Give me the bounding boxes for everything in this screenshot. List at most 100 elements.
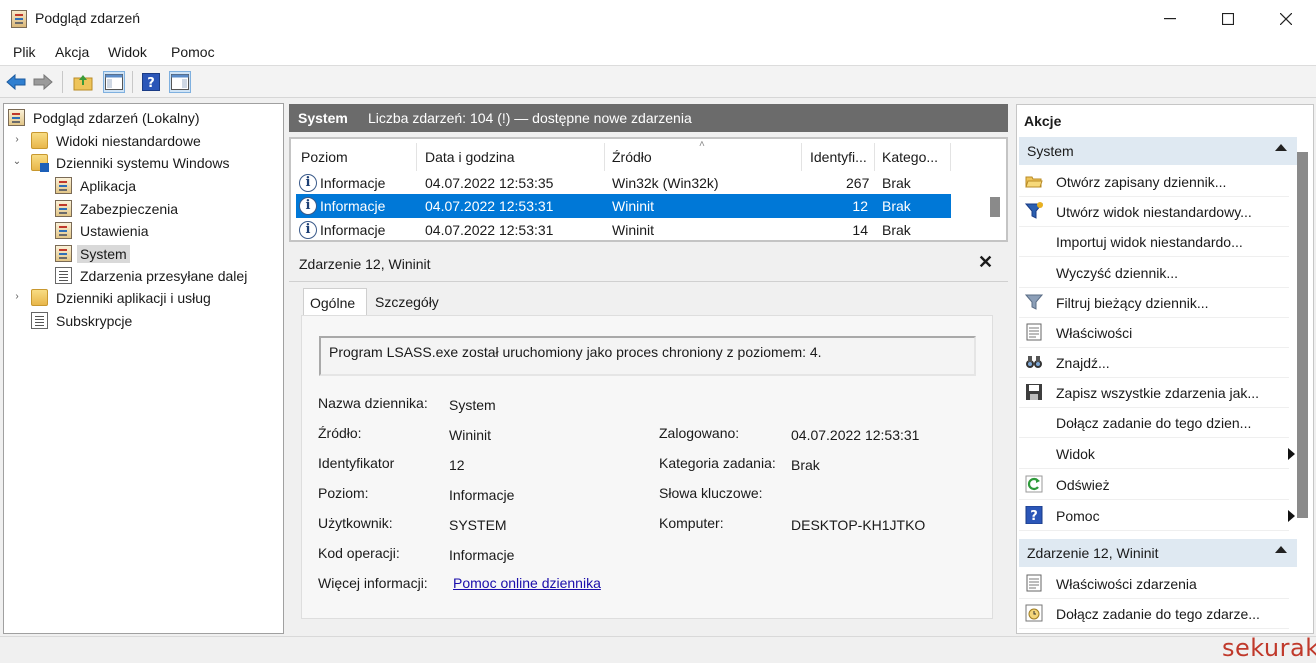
- tree-item-security[interactable]: Zabezpieczenia: [55, 198, 181, 219]
- general-tab-body: Program LSASS.exe został uruchomiony jak…: [301, 315, 993, 619]
- toolbar-separator: [132, 71, 133, 93]
- section-title: Zdarzenie 12, Wininit: [1027, 545, 1159, 561]
- action-save-all-events[interactable]: Zapisz wszystkie zdarzenia jak...: [1019, 378, 1289, 408]
- back-button[interactable]: [5, 71, 27, 93]
- cell-date: 04.07.2022 12:53:35: [425, 175, 554, 191]
- log-header: System Liczba zdarzeń: 104 (!) — dostępn…: [289, 104, 1008, 132]
- save-disk-icon: [1026, 384, 1042, 400]
- column-header-source[interactable]: Źródło: [612, 149, 652, 165]
- cell-source: Win32k (Win32k): [612, 175, 719, 191]
- event-count: Liczba zdarzeń: 104 (!) — dostępne nowe …: [368, 110, 692, 126]
- tree-label: Ustawienia: [80, 222, 149, 239]
- action-attach-task-log[interactable]: Dołącz zadanie do tego dzien...: [1019, 408, 1289, 438]
- tree-label: Zdarzenia przesyłane dalej: [80, 267, 248, 284]
- menu-view[interactable]: Widok: [108, 44, 147, 60]
- tree-item-application[interactable]: Aplikacja: [55, 175, 139, 196]
- table-row[interactable]: i Informacje 04.07.2022 12:53:31 Wininit…: [296, 218, 951, 242]
- tree-item-root[interactable]: Podgląd zdarzeń (Lokalny): [8, 107, 203, 128]
- scrollbar-thumb[interactable]: [990, 197, 1000, 217]
- column-divider: [416, 143, 417, 171]
- menu-action[interactable]: Akcja: [55, 44, 89, 60]
- column-header-level[interactable]: Poziom: [301, 149, 348, 165]
- information-icon: i: [299, 174, 317, 192]
- refresh-icon: [1025, 475, 1043, 493]
- tree-item-subscriptions[interactable]: Subskrypcje: [31, 310, 135, 331]
- filter-icon: [1025, 202, 1043, 219]
- status-bar: [0, 636, 1316, 663]
- maximize-button[interactable]: [1199, 0, 1257, 38]
- column-divider: [604, 143, 605, 171]
- cell-category: Brak: [882, 222, 911, 238]
- action-properties[interactable]: Właściwości: [1019, 318, 1289, 348]
- close-window-button[interactable]: [1257, 0, 1315, 38]
- action-label: Otwórz zapisany dziennik...: [1056, 174, 1227, 190]
- table-row[interactable]: i Informacje 04.07.2022 12:53:31 Wininit…: [296, 194, 951, 218]
- event-list-scrollbar[interactable]: [990, 189, 1000, 231]
- tree-item-system[interactable]: System: [55, 243, 130, 264]
- tree-item-forwarded-events[interactable]: Zdarzenia przesyłane dalej: [55, 265, 250, 286]
- help-icon: ?: [1025, 506, 1043, 524]
- action-help-menu[interactable]: ? Pomoc: [1019, 501, 1295, 531]
- action-view-menu[interactable]: Widok: [1019, 439, 1295, 469]
- folder-up-icon: [73, 75, 93, 91]
- document-icon: [55, 267, 72, 284]
- cell-id: 267: [846, 175, 870, 191]
- close-details-icon[interactable]: ✕: [978, 252, 993, 273]
- tree-item-windows-logs[interactable]: Dzienniki systemu Windows: [31, 152, 233, 173]
- action-pane-icon: [171, 74, 189, 90]
- table-row[interactable]: i Informacje 04.07.2022 12:53:35 Win32k …: [296, 171, 951, 195]
- log-name-value: System: [449, 397, 496, 413]
- toolbar: ?: [0, 66, 1316, 98]
- column-header-category[interactable]: Katego...: [882, 149, 938, 165]
- computer-value: DESKTOP-KH1JTKO: [791, 517, 926, 533]
- action-clear-log[interactable]: Wyczyść dziennik...: [1019, 258, 1289, 288]
- tab-details[interactable]: Szczegóły: [369, 288, 445, 316]
- cell-id: 14: [852, 222, 868, 238]
- chevron-right-icon[interactable]: ›: [12, 134, 22, 145]
- more-info-label: Więcej informacji:: [318, 575, 428, 591]
- event-details-pane: Zdarzenie 12, Wininit ✕ Ogólne Szczegóły…: [289, 245, 1008, 634]
- tree-label: System: [77, 244, 130, 263]
- action-refresh[interactable]: Odśwież: [1019, 470, 1289, 500]
- back-arrow-icon: [6, 74, 26, 90]
- action-find[interactable]: Znajdź...: [1019, 348, 1289, 378]
- minimize-button[interactable]: [1141, 0, 1199, 38]
- tree-label: Zabezpieczenia: [80, 200, 179, 217]
- collapse-caret-icon[interactable]: [1275, 144, 1287, 151]
- up-folder-button[interactable]: [72, 71, 94, 93]
- action-import-custom-view[interactable]: Importuj widok niestandardo...: [1019, 227, 1289, 257]
- action-label: Utwórz widok niestandardowy...: [1056, 204, 1252, 220]
- menu-bar: Plik Akcja Widok Pomoc: [0, 38, 1316, 66]
- menu-help[interactable]: Pomoc: [171, 44, 215, 60]
- cell-level: Informacje: [320, 222, 386, 238]
- menu-file[interactable]: Plik: [13, 44, 36, 60]
- log-icon: [55, 177, 72, 194]
- cell-id: 12: [852, 198, 868, 214]
- actions-section-system[interactable]: System: [1019, 137, 1297, 165]
- opcode-value: Informacje: [449, 547, 515, 563]
- collapse-caret-icon[interactable]: [1275, 546, 1287, 553]
- event-details-title: Zdarzenie 12, Wininit: [299, 256, 431, 272]
- action-attach-task-event[interactable]: Dołącz zadanie do tego zdarze...: [1019, 599, 1289, 629]
- tab-general[interactable]: Ogólne: [303, 288, 367, 316]
- action-event-properties[interactable]: Właściwości zdarzenia: [1019, 569, 1289, 599]
- column-header-date[interactable]: Data i godzina: [425, 149, 515, 165]
- help-button[interactable]: ?: [140, 71, 162, 93]
- action-filter-current-log[interactable]: Filtruj bieżący dziennik...: [1019, 288, 1289, 318]
- action-create-custom-view[interactable]: Utwórz widok niestandardowy...: [1019, 197, 1289, 227]
- actions-scrollbar[interactable]: [1297, 152, 1308, 518]
- task-scheduler-icon: [1025, 604, 1043, 622]
- event-message[interactable]: Program LSASS.exe został uruchomiony jak…: [319, 336, 976, 376]
- tree-item-setup[interactable]: Ustawienia: [55, 220, 151, 241]
- tree-item-custom-views[interactable]: Widoki niestandardowe: [31, 130, 204, 151]
- forward-button[interactable]: [32, 71, 54, 93]
- show-hide-tree-button[interactable]: [103, 71, 125, 93]
- actions-section-event[interactable]: Zdarzenie 12, Wininit: [1019, 539, 1297, 567]
- show-hide-action-pane-button[interactable]: [169, 71, 191, 93]
- tree-item-app-logs[interactable]: Dzienniki aplikacji i usług: [31, 287, 214, 308]
- column-header-id[interactable]: Identyfi...: [810, 149, 867, 165]
- online-help-link[interactable]: Pomoc online dziennika: [453, 575, 601, 591]
- chevron-down-icon[interactable]: ⌄: [12, 156, 22, 167]
- action-open-saved-log[interactable]: Otwórz zapisany dziennik...: [1019, 167, 1289, 197]
- chevron-right-icon[interactable]: ›: [12, 291, 22, 302]
